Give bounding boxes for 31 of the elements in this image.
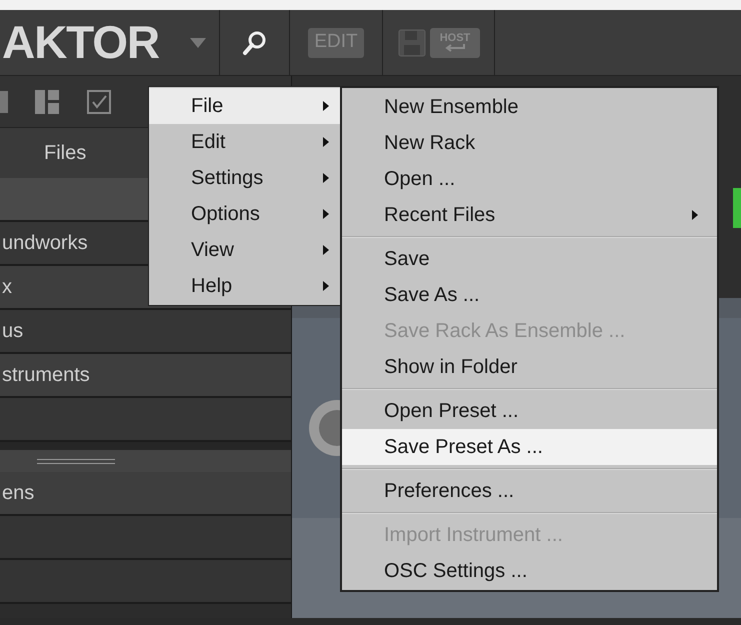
level-meter	[733, 188, 741, 228]
search-icon[interactable]	[242, 30, 268, 56]
menu-item[interactable]: OSC Settings ...	[342, 553, 717, 589]
checkbox-icon[interactable]	[86, 88, 112, 114]
browser-row[interactable]: ens	[0, 472, 291, 516]
menu-item[interactable]: Recent Files	[342, 197, 717, 233]
browser-row[interactable]: us	[0, 310, 291, 354]
menu-item[interactable]: Save	[342, 241, 717, 277]
submenu-arrow-icon	[322, 100, 330, 112]
submenu-arrow-icon	[322, 172, 330, 184]
menu-item[interactable]: Open Preset ...	[342, 393, 717, 429]
submenu-arrow-icon	[322, 244, 330, 256]
menu-item[interactable]: Open ...	[342, 161, 717, 197]
layout-icon[interactable]	[34, 88, 60, 114]
submenu-arrow-icon	[691, 209, 699, 221]
browser-row[interactable]: struments	[0, 354, 291, 398]
menu-item[interactable]: Save Preset As ...	[342, 429, 717, 465]
return-arrow-icon	[444, 44, 466, 52]
splitter-handle[interactable]	[0, 450, 291, 472]
submenu-arrow-icon	[322, 280, 330, 292]
menu-item[interactable]: Preferences ...	[342, 473, 717, 509]
menu-item[interactable]: New Ensemble	[342, 89, 717, 125]
app-logo: AKTOR	[2, 15, 159, 70]
submenu-arrow-icon	[322, 136, 330, 148]
menu-item[interactable]: Save As ...	[342, 277, 717, 313]
menu-item[interactable]: File	[149, 88, 340, 124]
dropdown-arrow-icon[interactable]	[188, 36, 207, 48]
menu-item[interactable]: Show in Folder	[342, 349, 717, 385]
submenu-arrow-icon	[322, 208, 330, 220]
toolbar-icon[interactable]	[0, 90, 8, 112]
menu-item[interactable]: New Rack	[342, 125, 717, 161]
